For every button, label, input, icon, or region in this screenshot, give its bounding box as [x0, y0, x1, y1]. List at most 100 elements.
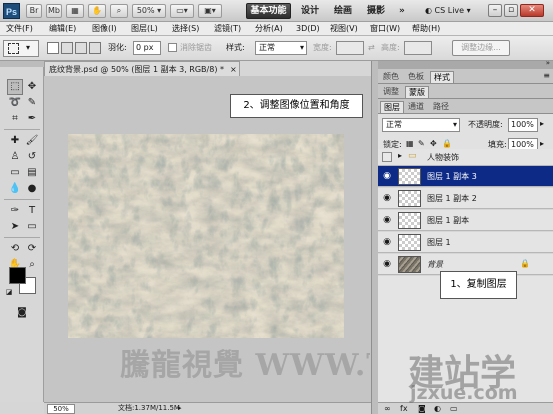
workspace-design[interactable]: 设计 — [301, 4, 319, 18]
blend-mode-select[interactable]: 正常 ▾ — [382, 118, 460, 132]
subtract-selection-icon[interactable] — [75, 42, 87, 54]
eye-icon[interactable]: ◉ — [381, 192, 393, 204]
eye-icon[interactable]: ◉ — [381, 236, 393, 248]
add-selection-icon[interactable] — [61, 42, 73, 54]
width-input[interactable] — [336, 41, 364, 55]
antialias-checkbox[interactable] — [168, 43, 177, 52]
opacity-input[interactable]: 100% — [508, 118, 538, 132]
brush-tool-icon[interactable]: 🖌 — [24, 133, 40, 149]
layer-group-row[interactable]: ▸ ▭ 人物装饰 — [378, 149, 553, 166]
menu-edit[interactable]: 编辑(E) — [49, 23, 76, 35]
dodge-tool-icon[interactable]: ● — [24, 181, 40, 197]
tab-channels[interactable]: 通道 — [405, 101, 427, 113]
clone-stamp-tool-icon[interactable]: ♙ — [7, 149, 23, 165]
minibridge-button[interactable]: Mb — [46, 4, 62, 18]
pen-tool-icon[interactable]: ✑ — [7, 203, 23, 219]
menu-filter[interactable]: 滤镜(T) — [214, 23, 241, 35]
tab-swatches[interactable]: 色板 — [405, 71, 427, 83]
path-select-tool-icon[interactable]: ➤ — [7, 219, 23, 235]
tool-preset-picker[interactable]: ▾ — [3, 40, 39, 57]
maximize-button[interactable]: ▫ — [504, 4, 518, 17]
height-input[interactable] — [404, 41, 432, 55]
gradient-tool-icon[interactable]: ▤ — [24, 165, 40, 181]
cs-live-button[interactable]: ◐ CS Live ▾ — [425, 4, 471, 18]
hand-tool-icon[interactable]: ✋ — [88, 4, 106, 18]
style-select[interactable]: 正常 ▾ — [255, 41, 307, 55]
workspace-photography[interactable]: 摄影 — [367, 4, 385, 18]
lock-position-icon[interactable]: ✥ — [430, 139, 437, 148]
tab-adjustments[interactable]: 调整 — [380, 86, 402, 98]
quick-select-tool-icon[interactable]: ✎ — [24, 95, 40, 111]
intersect-selection-icon[interactable] — [89, 42, 101, 54]
minimize-button[interactable]: – — [488, 4, 502, 17]
history-brush-tool-icon[interactable]: ↺ — [24, 149, 40, 165]
panel-dock-header[interactable]: » — [378, 59, 553, 69]
workspace-essentials[interactable]: 基本功能 — [246, 3, 291, 19]
lock-all-icon[interactable]: 🔒 — [442, 139, 452, 148]
3d-rotate-tool-icon[interactable]: ⟲ — [7, 241, 23, 257]
type-tool-icon[interactable]: T — [24, 203, 40, 219]
close-icon[interactable]: × — [230, 64, 237, 75]
layer-row[interactable]: ◉ 图层 1 副本 — [378, 210, 553, 231]
menu-3d[interactable]: 3D(D) — [296, 23, 320, 35]
shape-tool-icon[interactable]: ▭ — [24, 219, 40, 235]
guides-icon[interactable]: ▦ — [66, 4, 84, 18]
lock-transparency-icon[interactable]: ▦ — [406, 139, 414, 148]
toolbox-grip[interactable] — [0, 61, 44, 67]
arrange-documents-icon[interactable]: ▭▾ — [170, 4, 194, 18]
refine-edge-button[interactable]: 调整边缘... — [452, 40, 510, 56]
screen-mode-icon[interactable]: ▣▾ — [198, 4, 222, 18]
fill-slider-icon[interactable]: ▸ — [540, 139, 544, 148]
3d-orbit-tool-icon[interactable]: ⟳ — [24, 241, 40, 257]
feather-input[interactable]: 0 px — [133, 41, 161, 55]
status-menu-icon[interactable]: ▸ — [178, 403, 182, 414]
tab-layers[interactable]: 图层 — [380, 101, 404, 113]
quick-mask-icon[interactable]: ◙ — [14, 305, 30, 321]
workspace-painting[interactable]: 绘画 — [334, 4, 352, 18]
menu-analysis[interactable]: 分析(A) — [255, 23, 283, 35]
menu-image[interactable]: 图像(I) — [92, 23, 117, 35]
menu-view[interactable]: 视图(V) — [330, 23, 358, 35]
layer-row[interactable]: ◉ 图层 1 副本 2 — [378, 188, 553, 209]
crop-tool-icon[interactable]: ⌗ — [7, 111, 23, 127]
layer-row-selected[interactable]: ◉ 图层 1 副本 3 — [378, 166, 553, 187]
close-button[interactable]: ✕ — [520, 4, 544, 17]
layer-row[interactable]: ◉ 图层 1 — [378, 232, 553, 253]
healing-brush-tool-icon[interactable]: ✚ — [7, 133, 23, 149]
menu-select[interactable]: 选择(S) — [172, 23, 199, 35]
tab-paths[interactable]: 路径 — [430, 101, 452, 113]
eyedropper-tool-icon[interactable]: ✒ — [24, 111, 40, 127]
swap-dimensions-icon[interactable]: ⇄ — [368, 42, 375, 54]
menu-file[interactable]: 文件(F) — [6, 23, 33, 35]
visibility-toggle-empty[interactable] — [382, 152, 392, 162]
zoom-tool-icon[interactable]: ⌕ — [24, 257, 40, 273]
blur-tool-icon[interactable]: 💧 — [7, 181, 23, 197]
tab-masks[interactable]: 蒙版 — [405, 86, 429, 98]
panel-dock-strip[interactable] — [371, 61, 378, 414]
status-zoom-input[interactable]: 50% — [47, 404, 75, 414]
zoom-tool-icon[interactable]: ⌕ — [110, 4, 128, 18]
bridge-button[interactable]: Br — [26, 4, 42, 18]
expand-arrow-icon[interactable]: ▸ — [398, 151, 402, 160]
eye-icon[interactable]: ◉ — [381, 214, 393, 226]
opacity-slider-icon[interactable]: ▸ — [540, 119, 544, 128]
new-selection-icon[interactable] — [47, 42, 59, 54]
image-canvas[interactable] — [68, 134, 344, 338]
menu-layer[interactable]: 图层(L) — [131, 23, 158, 35]
tab-styles[interactable]: 样式 — [430, 71, 454, 83]
workspace-more-icon[interactable]: » — [399, 4, 405, 18]
tab-color[interactable]: 颜色 — [380, 71, 402, 83]
default-colors-icon[interactable]: ◪ — [4, 287, 14, 297]
zoom-level-dropdown[interactable]: 50% ▾ — [132, 4, 166, 18]
lasso-tool-icon[interactable]: ➰ — [7, 95, 23, 111]
collapse-icon[interactable]: » — [546, 59, 550, 67]
document-tab[interactable]: 底纹背景.psd @ 50% (图层 1 副本 3, RGB/8) * × — [44, 61, 240, 76]
panel-menu-icon[interactable]: ≡ — [543, 71, 550, 80]
foreground-color-swatch[interactable] — [9, 267, 26, 284]
move-tool-icon[interactable]: ✥ — [24, 79, 40, 95]
lock-pixels-icon[interactable]: ✎ — [418, 139, 425, 148]
menu-window[interactable]: 窗口(W) — [370, 23, 400, 35]
rect-marquee-tool-icon[interactable]: ⬚ — [7, 79, 23, 95]
menu-help[interactable]: 帮助(H) — [412, 23, 440, 35]
eye-icon[interactable]: ◉ — [381, 170, 393, 182]
